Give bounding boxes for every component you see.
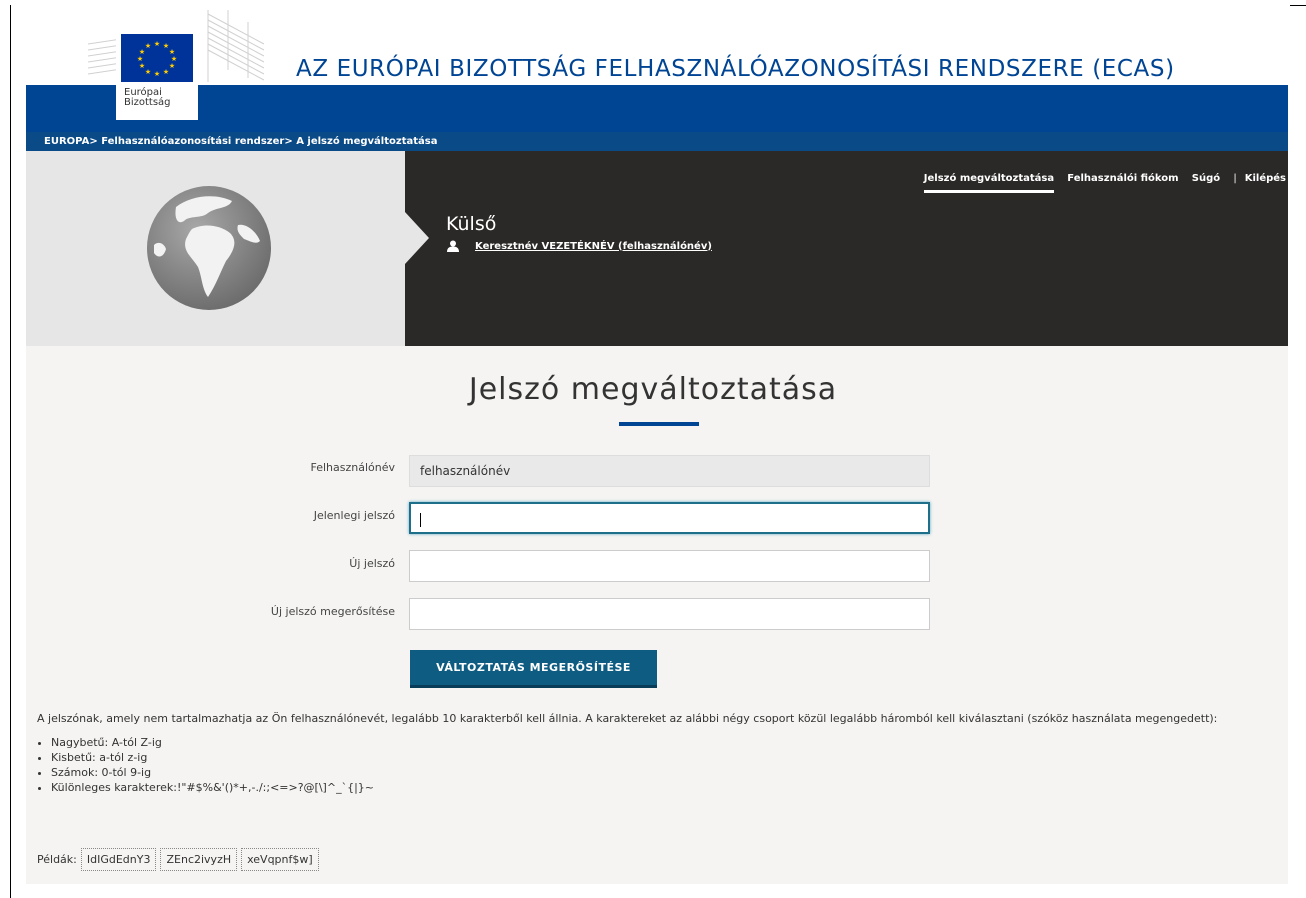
screenshot-border-top (1290, 5, 1306, 6)
site-title: AZ EURÓPAI BIZOTTSÁG FELHASZNÁLÓAZONOSÍT… (296, 56, 1175, 82)
logo-line-2: Bizottság (124, 97, 171, 108)
rules-list: Nagybetű: A-tól Z-ig Kisbetű: a-tól z-ig… (37, 735, 1267, 795)
example-password: ZEnc2ivyzH (160, 848, 238, 871)
password-examples: Példák: IdIGdEdnY3 ZEnc2ivyzH xeVqpnf$w] (37, 848, 319, 871)
nav-separator: | (1233, 173, 1237, 184)
svg-text:★: ★ (163, 68, 169, 76)
svg-text:★: ★ (154, 40, 160, 48)
svg-text:★: ★ (145, 68, 151, 76)
examples-label: Példák: (37, 853, 77, 866)
banner-arrow-right (405, 212, 429, 264)
user-account-link[interactable]: Keresztnév VEZETÉKNÉV (felhasználónév) (475, 241, 712, 252)
confirm-password-field[interactable] (409, 598, 930, 630)
user-icon (447, 240, 459, 252)
breadcrumb-separator: > (89, 136, 98, 147)
breadcrumb-separator: > (284, 136, 293, 147)
ec-logo-text: Európai Bizottság (124, 88, 171, 108)
current-password-field[interactable] (409, 502, 930, 534)
svg-text:★: ★ (154, 70, 160, 78)
globe-icon (147, 186, 271, 310)
rule-item: Különleges karakterek:!"#$%&'()*+,-./:;<… (51, 780, 1267, 795)
svg-text:★: ★ (145, 42, 151, 50)
text-caret (420, 512, 421, 527)
environment-title: Külső (446, 213, 497, 235)
eu-flag-icon: ★ ★★★ ★★★★ ★★★★ (121, 34, 193, 82)
nav-my-account[interactable]: Felhasználói fiókom (1067, 173, 1178, 184)
screenshot-border-left (10, 5, 11, 898)
example-password: xeVqpnf$w] (241, 848, 319, 871)
rules-intro: A jelszónak, amely nem tartalmazhatja az… (37, 712, 1218, 725)
header-blue-band (26, 85, 1288, 132)
breadcrumb: EUROPA> Felhasználóazonosítási rendszer>… (26, 132, 1288, 151)
password-rules: A jelszónak, amely nem tartalmazhatja az… (37, 711, 1267, 795)
new-password-label: Új jelszó (349, 557, 395, 570)
svg-text:★: ★ (137, 55, 143, 63)
confirm-change-button[interactable]: VÁLTOZTATÁS MEGERŐSÍTÉSE (410, 650, 657, 688)
svg-text:★: ★ (139, 62, 145, 70)
new-password-field[interactable] (409, 550, 930, 582)
breadcrumb-item-auth-system[interactable]: Felhasználóazonosítási rendszer (101, 136, 284, 147)
example-password: IdIGdEdnY3 (80, 848, 157, 871)
rule-item: Számok: 0-tól 9-ig (51, 765, 1267, 780)
page-title: Jelszó megváltoztatása (468, 372, 838, 407)
top-navigation: Jelszó megváltoztatása Felhasználói fiók… (914, 173, 1286, 193)
username-field: felhasználónév (409, 455, 930, 487)
nav-logout[interactable]: Kilépés (1245, 173, 1286, 184)
breadcrumb-item-current: A jelszó megváltoztatása (296, 136, 438, 147)
rule-item: Kisbetű: a-tól z-ig (51, 750, 1267, 765)
nav-change-password[interactable]: Jelszó megváltoztatása (923, 173, 1055, 193)
svg-text:★: ★ (169, 62, 175, 70)
user-line: Keresztnév VEZETÉKNÉV (felhasználónév) (447, 240, 712, 252)
heading-underline (619, 422, 699, 426)
rule-item: Nagybetű: A-tól Z-ig (51, 735, 1267, 750)
nav-help[interactable]: Súgó (1192, 173, 1220, 184)
confirm-password-label: Új jelszó megerősítése (270, 605, 395, 618)
username-label: Felhasználónév (310, 461, 395, 474)
current-password-label: Jelenlegi jelszó (313, 509, 395, 522)
breadcrumb-item-europa[interactable]: EUROPA (44, 136, 89, 147)
